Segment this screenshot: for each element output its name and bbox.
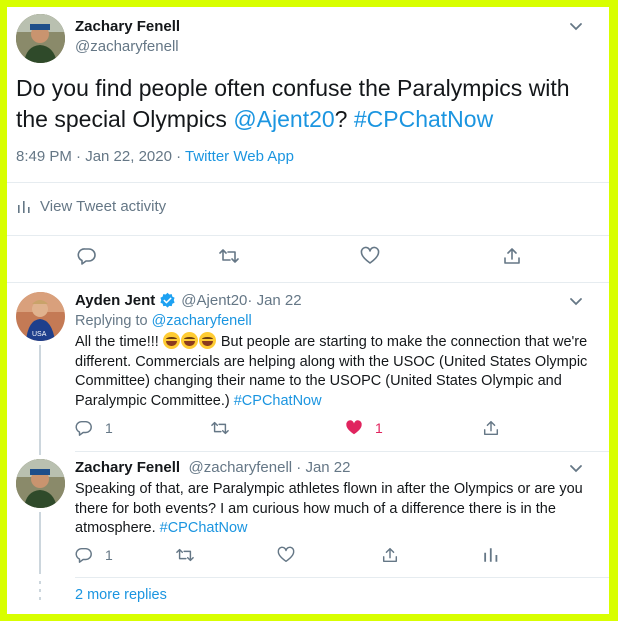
share-icon	[504, 248, 520, 264]
avatar[interactable]: USA	[16, 292, 65, 341]
tweet-thread-panel: Zachary Fenell @zacharyfenell Do you fin…	[7, 7, 609, 614]
heart-icon	[346, 420, 362, 435]
author-handle[interactable]: @zacharyfenell	[189, 459, 293, 476]
tweet-text-punct: ?	[334, 106, 354, 132]
share-button[interactable]	[502, 246, 522, 266]
reply-icon	[75, 420, 92, 436]
reply-icon	[75, 547, 92, 563]
heart-icon	[277, 546, 295, 563]
timestamp[interactable]: 8:49 PM · Jan 22, 2020 ·	[16, 148, 185, 165]
laughing-emoji-icon	[198, 332, 216, 349]
reply-header: Ayden Jent @Ajent20 · Jan 22	[75, 292, 302, 309]
laughing-emoji-icon	[162, 332, 180, 349]
avatar[interactable]	[16, 14, 65, 63]
reply-text: All the time!!! But people are starting …	[75, 332, 605, 411]
share-button[interactable]	[482, 419, 500, 437]
verified-badge-icon	[160, 292, 175, 308]
tweet-meta: 8:49 PM · Jan 22, 2020 · Twitter Web App	[16, 148, 294, 165]
chevron-down-icon[interactable]	[569, 463, 583, 473]
analytics-icon	[484, 548, 498, 562]
avatar[interactable]	[16, 459, 65, 508]
share-icon	[382, 547, 398, 563]
heart-icon	[360, 246, 380, 264]
timestamp[interactable]: · Jan 22	[292, 459, 350, 476]
reply-text-body: Speaking of that, are Paralympic athlete…	[75, 481, 583, 536]
hashtag-link[interactable]: #CPChatNow	[234, 393, 322, 409]
analytics-icon	[18, 200, 30, 213]
author-name[interactable]: Ayden Jent	[75, 292, 155, 309]
hashtag-link[interactable]: #CPChatNow	[354, 106, 493, 132]
reply-button[interactable]	[77, 246, 97, 266]
retweet-icon	[219, 249, 239, 263]
like-count: 1	[375, 420, 383, 436]
reply-header: Zachary Fenell @zacharyfenell · Jan 22	[75, 459, 350, 477]
share-button[interactable]	[381, 546, 399, 564]
chevron-down-icon[interactable]	[569, 296, 583, 306]
retweet-button[interactable]	[218, 246, 240, 266]
divider	[7, 282, 609, 283]
author-handle[interactable]: @zacharyfenell	[75, 38, 179, 55]
divider	[75, 451, 609, 452]
tweet-text: Do you find people often confuse the Par…	[16, 73, 596, 135]
like-button[interactable]	[277, 546, 295, 564]
view-activity-label: View Tweet activity	[40, 198, 167, 215]
divider	[75, 577, 609, 578]
retweet-button[interactable]	[210, 419, 230, 437]
reply-count: 1	[105, 547, 113, 563]
more-replies-link[interactable]: 2 more replies	[75, 587, 167, 603]
chevron-down-icon[interactable]	[569, 21, 583, 31]
reply-button[interactable]: 1	[75, 546, 113, 564]
mention-link[interactable]: @Ajent20	[233, 106, 334, 132]
analytics-button[interactable]	[482, 546, 500, 564]
retweet-button[interactable]	[175, 546, 195, 564]
svg-text:USA: USA	[32, 331, 47, 338]
retweet-icon	[176, 548, 194, 562]
replying-to-label: Replying to	[75, 313, 152, 329]
source-link[interactable]: Twitter Web App	[185, 148, 294, 165]
retweet-icon	[211, 421, 229, 435]
like-button[interactable]: 1	[345, 419, 383, 437]
reply-count: 1	[105, 420, 113, 436]
reply-icon	[77, 248, 96, 265]
reply-text-body: All the time!!!	[75, 334, 163, 350]
reply-button[interactable]: 1	[75, 419, 113, 437]
divider	[7, 235, 609, 236]
thread-line	[39, 512, 41, 574]
like-button[interactable]	[360, 246, 380, 266]
view-activity-link[interactable]: View Tweet activity	[16, 198, 166, 215]
author-name[interactable]: Zachary Fenell	[75, 459, 180, 476]
thread-line	[39, 345, 41, 455]
replying-to: Replying to @zacharyfenell	[75, 313, 252, 329]
thread-dots	[39, 581, 41, 600]
timestamp[interactable]: · Jan 22	[247, 292, 301, 309]
reply-text: Speaking of that, are Paralympic athlete…	[75, 480, 605, 539]
mention-link[interactable]: @zacharyfenell	[152, 313, 252, 329]
laughing-emoji-icon	[180, 332, 198, 349]
author-name[interactable]: Zachary Fenell	[75, 18, 180, 35]
divider	[7, 182, 609, 183]
share-icon	[483, 420, 499, 436]
hashtag-link[interactable]: #CPChatNow	[160, 520, 248, 536]
author-handle[interactable]: @Ajent20	[181, 292, 247, 309]
